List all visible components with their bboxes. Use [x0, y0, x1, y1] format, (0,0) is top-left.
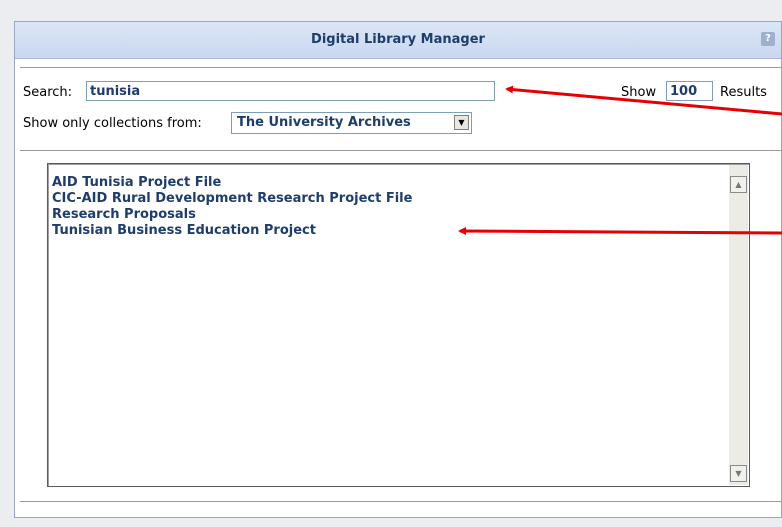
annotation-overlay — [458, 85, 782, 236]
annotation-arrow-search — [505, 85, 782, 116]
annotation-arrow-results — [458, 227, 782, 236]
